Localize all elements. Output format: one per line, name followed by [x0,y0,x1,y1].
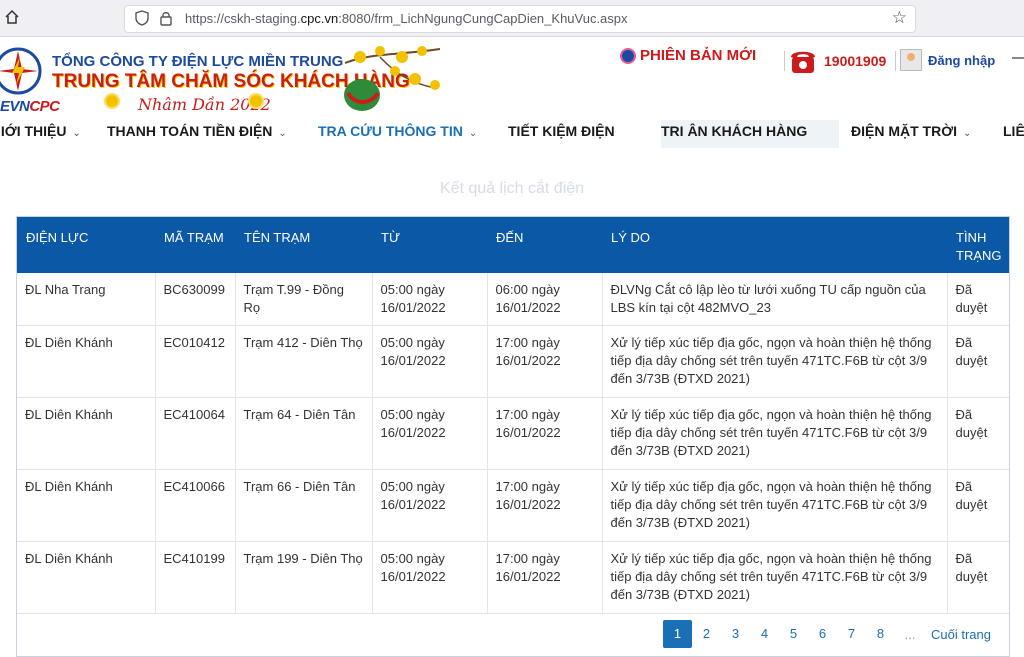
cell-tu: 05:00 ngày 16/01/2022 [372,325,488,398]
cell-tinh-trang: Đã duyệt [947,541,1009,614]
flower-icon [104,93,120,109]
menu-icon[interactable] [1012,57,1024,59]
header-divider [895,51,896,71]
site-header: EVNCPC TỔNG CÔNG TY ĐIỆN LỰC MIỀN TRUNG … [0,37,1024,119]
apricot-blossom-icon [344,46,441,111]
cell-den: 17:00 ngày 16/01/2022 [487,541,603,614]
cell-ly-do: Xử lý tiếp xúc tiếp địa gốc, ngọn và hoà… [602,541,948,614]
url-text: https://cskh-staging.cpc.vn:8080/frm_Lic… [185,11,628,26]
flower-icon [248,93,264,109]
cell-ten-tram: Trạm T.99 - Đồng Rọ [235,273,373,326]
cell-ma-tram: EC410064 [155,397,236,470]
cell-ma-tram: EC410199 [155,541,236,614]
evn-logo-icon[interactable] [0,45,44,97]
cell-dien-luc: ĐL Diên Khánh [17,397,156,470]
table-header-row: ĐIỆN LỰC MÃ TRẠM TÊN TRẠM TỪ ĐẾN LÝ DO T… [17,217,1009,273]
cell-ma-tram: EC410066 [155,469,236,542]
page-3-button[interactable]: 3 [721,620,750,648]
cell-dien-luc: ĐL Diên Khánh [17,325,156,398]
cell-ly-do: Xử lý tiếp xúc tiếp địa gốc, ngọn và hoà… [602,397,948,470]
main-nav: GIỚI THIỆU⌄ THANH TOÁN TIỀN ĐIỆN⌄ TRA CỨ… [0,120,1024,148]
cell-ma-tram: EC010412 [155,325,236,398]
login-label: Đăng nhập [928,52,996,68]
shield-icon[interactable] [135,10,149,26]
table-row: ĐL Diên Khánh EC410064 Trạm 64 - Diên Tâ… [17,397,1009,470]
cell-ten-tram: Trạm 66 - Diên Tân [235,469,373,542]
new-version-label: PHIÊN BẢN MỚI [640,47,757,64]
last-page-button[interactable]: Cuối trang [931,627,991,642]
page-8-button[interactable]: 8 [866,620,895,648]
nav-dien-mat-troi[interactable]: ĐIỆN MẶT TRỜI ⌄ [851,120,971,148]
table-row: ĐL Diên Khánh EC410066 Trạm 66 - Diên Tâ… [17,469,1009,542]
bookmark-star-icon[interactable]: ☆ [892,8,907,28]
col-tu[interactable]: TỪ [372,217,487,273]
cell-ma-tram: BC630099 [155,273,236,326]
nav-tra-cuu[interactable]: TRA CỨU THÔNG TIN ⌄ [318,120,477,148]
user-avatar-icon [900,49,922,71]
col-ma-tram[interactable]: MÃ TRẠM [155,217,235,273]
logo-wordmark: EVNCPC [0,98,60,115]
cell-den: 17:00 ngày 16/01/2022 [487,325,603,398]
chevron-down-icon: ⌄ [278,128,287,139]
globe-icon [620,47,636,64]
cell-tu: 05:00 ngày 16/01/2022 [372,273,488,326]
col-den[interactable]: ĐẾN [487,217,602,273]
table-row: ĐL Nha Trang BC630099 Trạm T.99 - Đồng R… [17,273,1009,326]
cell-ly-do: Xử lý tiếp xúc tiếp địa gốc, ngọn và hoà… [602,325,948,398]
page-4-button[interactable]: 4 [750,620,779,648]
phone-icon [791,51,815,73]
new-version-link[interactable]: PHIÊN BẢN MỚI [620,47,756,64]
nav-thanh-toan[interactable]: THANH TOÁN TIỀN ĐIỆN ⌄ [107,120,287,148]
chevron-down-icon: ⌄ [72,128,81,139]
cell-ly-do: ĐLVNg Cắt cô lập lèo từ lưới xuống TU cấ… [602,273,948,326]
cell-tu: 05:00 ngày 16/01/2022 [372,397,488,470]
header-divider [784,51,785,71]
cell-den: 06:00 ngày 16/01/2022 [487,273,603,326]
results-table: ĐIỆN LỰC MÃ TRẠM TÊN TRẠM TỪ ĐẾN LÝ DO T… [16,216,1010,657]
cell-tinh-trang: Đã duyệt [947,397,1009,470]
home-icon[interactable] [4,9,22,27]
pagination-ellipsis[interactable]: ... [895,627,925,642]
hotline[interactable]: 19001909 [790,47,886,75]
cell-tinh-trang: Đã duyệt [947,469,1009,542]
cell-tinh-trang: Đã duyệt [947,325,1009,398]
page-7-button[interactable]: 7 [837,620,866,648]
col-ten-tram[interactable]: TÊN TRẠM [235,217,372,273]
page-6-button[interactable]: 6 [808,620,837,648]
cell-ten-tram: Trạm 199 - Diên Thọ [235,541,373,614]
cell-ten-tram: Trạm 412 - Diên Thọ [235,325,373,398]
nav-lien-he[interactable]: LIÊN HỆ [1003,120,1024,148]
nav-tiet-kiem[interactable]: TIẾT KIỆM ĐIỆN [508,120,615,148]
chevron-down-icon: ⌄ [468,128,478,139]
page-5-button[interactable]: 5 [779,620,808,648]
nav-tri-an[interactable]: TRI ÂN KHÁCH HÀNG [661,120,840,148]
page-title: Kết quả lịch cắt điện [439,180,585,197]
cell-tu: 05:00 ngày 16/01/2022 [372,541,488,614]
pagination: 1 2 3 4 5 6 7 8 ... Cuối trang [663,620,991,648]
chevron-down-icon: ⌄ [963,128,972,139]
cell-dien-luc: ĐL Nha Trang [17,273,156,326]
table-row: ĐL Diên Khánh EC410199 Trạm 199 - Diên T… [17,541,1009,614]
hotline-number: 19001909 [824,53,887,69]
col-dien-luc[interactable]: ĐIỆN LỰC [17,217,155,273]
cell-dien-luc: ĐL Diên Khánh [17,541,156,614]
address-bar[interactable]: https://cskh-staging.cpc.vn:8080/frm_Lic… [124,5,916,33]
cell-dien-luc: ĐL Diên Khánh [17,469,156,542]
cell-den: 17:00 ngày 16/01/2022 [487,397,603,470]
cell-ten-tram: Trạm 64 - Diên Tân [235,397,373,470]
cell-tu: 05:00 ngày 16/01/2022 [372,469,488,542]
table-row: ĐL Diên Khánh EC010412 Trạm 412 - Diên T… [17,325,1009,398]
nav-gioi-thieu[interactable]: GIỚI THIỆU⌄ [0,120,81,148]
company-name: TỔNG CÔNG TY ĐIỆN LỰC MIỀN TRUNG [52,53,344,70]
login-link[interactable]: Đăng nhập [900,49,995,71]
browser-toolbar: https://cskh-staging.cpc.vn:8080/frm_Lic… [0,0,1024,37]
cell-ly-do: Xử lý tiếp xúc tiếp địa gốc, ngọn và hoà… [602,469,948,542]
lock-icon[interactable] [159,10,173,26]
cell-den: 17:00 ngày 16/01/2022 [487,469,603,542]
col-ly-do[interactable]: LÝ DO [602,217,947,273]
page-2-button[interactable]: 2 [692,620,721,648]
col-tinh-trang[interactable]: TÌNH TRẠNG [947,217,1009,273]
page-1-button[interactable]: 1 [663,620,693,648]
cell-tinh-trang: Đã duyệt [947,273,1009,326]
